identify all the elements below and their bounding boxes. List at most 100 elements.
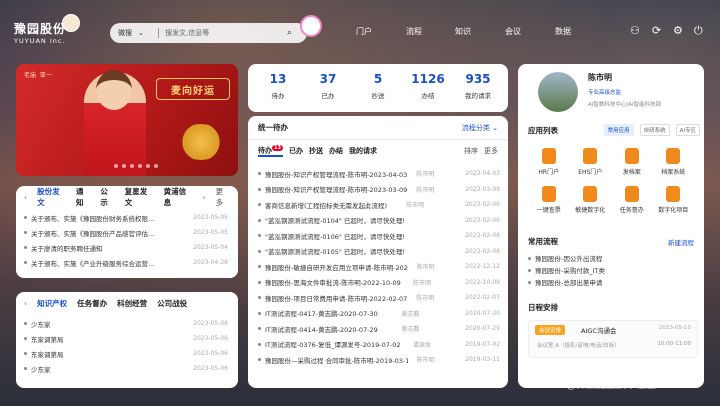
flow-item: 豫园股份-采购付款_IT类 bbox=[528, 265, 605, 275]
power-icon[interactable]: ⏻ bbox=[694, 24, 703, 38]
app-archive[interactable]: 档案系统 bbox=[653, 148, 695, 176]
stat-todo[interactable]: 13 待办 bbox=[254, 72, 302, 100]
search-scope-select[interactable]: 微搜 ⌄ bbox=[110, 28, 158, 38]
list-item[interactable]: 关于颁布、实施《豫园股份财务系统权限... 2023-05-05 bbox=[16, 210, 238, 225]
table-row[interactable]: 豫园股份-项目日常费用申请-陈市明-2022-02-07 陈市明 2022-02-0… bbox=[248, 290, 508, 306]
tab-public[interactable]: 公示 bbox=[100, 186, 114, 208]
table-row[interactable]: IT测试流程-0376-复低_谭源发号-2019-07-02 谭源发 2019-07… bbox=[248, 337, 508, 353]
table-row[interactable]: 客商信息新增(工程招标类无需发起此流程) 陈市明 2023-02-06 bbox=[248, 197, 508, 213]
user-icon[interactable]: ⚇ bbox=[630, 24, 640, 37]
chevron-right-icon[interactable]: › bbox=[202, 193, 205, 202]
list-item[interactable]: 关于颁布、实施《产业升级服务综合运营... 2023-04-28 bbox=[16, 255, 238, 270]
table-row[interactable]: 豫园股份-思海文件审批流-陈市明-2022-10-09 陈市明 2022-10-09 bbox=[248, 275, 508, 291]
todo-date: 2022-10-09 bbox=[465, 278, 500, 286]
table-row[interactable]: "蓝泓钢源测试流程-0104" 已超时，请尽快处理! 2023-02-06 bbox=[248, 213, 508, 229]
list-item[interactable]: 关于颁布、实施《豫园股份产品感官评估... 2023-05-05 bbox=[16, 225, 238, 240]
kb-title: 东家调第局 bbox=[24, 349, 64, 359]
flow-category-select[interactable]: 流程分类 ⌄ bbox=[462, 123, 498, 133]
gear-icon[interactable]: ⚙ bbox=[673, 24, 683, 37]
search-icon[interactable]: ⌕ bbox=[287, 28, 301, 38]
profile-dept: AI智数科技中心/AI智能科技部 bbox=[588, 102, 662, 108]
table-row[interactable]: "蓝泓钢源测试流程-0106" 已超时，请尽快处理! 2023-02-06 bbox=[248, 228, 508, 244]
list-item[interactable]: 豫园股份-采购付款_IT类 bbox=[520, 264, 700, 276]
search-input[interactable]: 搜发文,信息等 bbox=[165, 28, 287, 38]
knowledge-card: ‹ 知识产权 任务督办 科创经营 公司战役 少东家 2023-05-06 东家调第… bbox=[16, 292, 238, 388]
task-icon bbox=[624, 186, 639, 202]
tab-common-apps[interactable]: 常用应用 bbox=[603, 124, 634, 136]
search-bar[interactable]: 微搜 ⌄ 搜发文,信息等 ⌕ bbox=[110, 23, 307, 43]
table-row[interactable]: 豫园股份-敏捷自研开发应用立项申请-陈市明-2022... 陈市明 2022-12-… bbox=[248, 259, 508, 275]
todo-more-link[interactable]: 更多 bbox=[484, 146, 498, 156]
app-agile-digital[interactable]: 敏捷数字化 bbox=[570, 186, 612, 214]
tab-tech-operation[interactable]: 科创经营 bbox=[117, 298, 147, 309]
tab-company-campaign[interactable]: 公司战役 bbox=[157, 298, 187, 309]
news-list: 关于颁布、实施《豫园股份财务系统权限... 2023-05-05 关于颁布、实施《… bbox=[16, 210, 238, 270]
tab-task-supervise[interactable]: 任务督办 bbox=[77, 298, 107, 309]
nav-meeting[interactable]: 会议 bbox=[505, 26, 521, 37]
carousel-dots[interactable] bbox=[114, 164, 158, 168]
tab-self-systems[interactable]: 自研系统 bbox=[639, 124, 670, 136]
tab-done[interactable]: 已办 bbox=[289, 146, 303, 156]
tab-notice[interactable]: 通知 bbox=[76, 186, 90, 208]
agile-icon bbox=[583, 186, 598, 202]
tab-ai-zone[interactable]: AI专区 bbox=[675, 124, 700, 136]
list-item[interactable]: 豫园股份-因公外出流程 bbox=[520, 252, 700, 264]
tab-closed[interactable]: 办结 bbox=[329, 146, 343, 156]
search-scope-label: 微搜 bbox=[118, 29, 132, 37]
right-panel: 陈市明 专业高级总监 AI智数科技中心/AI智能科技部 应用列表 常用应用 自研… bbox=[518, 64, 704, 388]
new-flow-link[interactable]: 新建流程 bbox=[668, 237, 694, 247]
tab-company-docs[interactable]: 股份发文 bbox=[37, 186, 66, 208]
chevron-left-icon[interactable]: ‹ bbox=[24, 193, 27, 202]
app-ehs-portal[interactable]: EHS门户 bbox=[570, 148, 612, 176]
app-hr-portal[interactable]: HR门户 bbox=[528, 148, 570, 176]
tab-my-request[interactable]: 我的请求 bbox=[349, 146, 377, 156]
promo-banner[interactable]: 老庙 亚一 麦向好运 bbox=[16, 64, 238, 176]
kb-title: 少东家 bbox=[24, 319, 51, 329]
list-item[interactable]: 少东家 2023-05-06 bbox=[16, 361, 238, 376]
ticket-icon bbox=[541, 186, 556, 202]
list-item[interactable]: 东家调第局 2023-05-06 bbox=[16, 346, 238, 361]
stat-closed[interactable]: 1126 办结 bbox=[404, 72, 452, 100]
tab-cc[interactable]: 抄送 bbox=[309, 146, 323, 156]
brand-logo[interactable]: 豫园股份 YUYUAN Inc. bbox=[14, 20, 66, 45]
list-item[interactable]: 少东家 2023-05-06 bbox=[16, 316, 238, 331]
app-ticket-check[interactable]: 一键查票 bbox=[528, 186, 570, 214]
nav-knowledge[interactable]: 知识 bbox=[455, 26, 471, 37]
top-bar: 豫园股份 YUYUAN Inc. 微搜 ⌄ 搜发文,信息等 ⌕ 门户 流程 知识 … bbox=[0, 0, 720, 60]
news-more-link[interactable]: 更多 bbox=[216, 186, 230, 208]
switch-icon[interactable]: ⟳ bbox=[652, 24, 661, 37]
nav-flow[interactable]: 流程 bbox=[406, 26, 422, 37]
stat-done[interactable]: 37 已办 bbox=[304, 72, 352, 100]
list-item[interactable]: 豫园股份-总部出差申请 bbox=[520, 276, 700, 288]
tab-huangpu-info[interactable]: 黄浦信息 bbox=[164, 186, 193, 208]
tab-todo[interactable]: 待办 13 bbox=[258, 144, 283, 158]
sort-button[interactable]: 排序 bbox=[464, 146, 478, 156]
table-row[interactable]: 豫园股份-知识产权管理流程-陈市明-2023-03-09 陈市明 2023-03-0… bbox=[248, 182, 508, 198]
app-task-supervise[interactable]: 任务督办 bbox=[611, 186, 653, 214]
nav-data[interactable]: 数据 bbox=[555, 26, 571, 37]
table-row[interactable]: "蓝泓钢源测试流程-0105" 已超时，请尽快处理! 2023-02-06 bbox=[248, 244, 508, 260]
table-row[interactable]: IT测试流程-0414-黄志鹏-2020-07-29 黄志鹏 2020-07-29 bbox=[248, 321, 508, 337]
list-item[interactable]: 东家调第局 2023-05-06 bbox=[16, 331, 238, 346]
flow-item: 豫园股份-总部出差申请 bbox=[528, 277, 602, 287]
tab-ip[interactable]: 知识产权 bbox=[37, 298, 67, 309]
list-item[interactable]: 关于廖清的职务聘任通知 2023-05-04 bbox=[16, 240, 238, 255]
app-grid: HR门户 EHS门户 发档案 档案系统 一键查票 敏捷数字化 任务督办 数字化项… bbox=[522, 148, 700, 214]
table-row[interactable]: 豫园股份—采购过程 合同审批-陈市明-2019-03-11 陈市明 2019-03-… bbox=[248, 352, 508, 368]
table-row[interactable]: 豫园股份-知识产权管理流程-陈市明-2023-04-03 陈市明 2023-04-0… bbox=[248, 166, 508, 182]
apps-title: 应用列表 bbox=[528, 125, 558, 135]
schedule-item[interactable]: 会议安排 AIGC沟通会 2023-05-10 会议室 A（投影/音响/电话/白… bbox=[528, 320, 698, 358]
tab-fosun-docs[interactable]: 复星发文 bbox=[125, 186, 154, 208]
app-label: 敏捷数字化 bbox=[575, 207, 606, 214]
nav-portal[interactable]: 门户 bbox=[356, 26, 372, 37]
avatar[interactable] bbox=[538, 72, 578, 112]
stat-cc[interactable]: 5 抄送 bbox=[354, 72, 402, 100]
schedule-tag: 会议安排 bbox=[535, 325, 566, 335]
chevron-left-icon[interactable]: ‹ bbox=[24, 299, 27, 308]
table-row[interactable]: IT测试流程-0417-黄志鹏-2020-07-30 黄志鹏 2020-07-30 bbox=[248, 306, 508, 322]
stat-my-request[interactable]: 935 我的请求 bbox=[454, 72, 502, 100]
todo-date: 2019-03-11 bbox=[465, 356, 500, 364]
app-invoice[interactable]: 发档案 bbox=[611, 148, 653, 176]
stat-value: 1126 bbox=[411, 72, 445, 86]
app-digital-project[interactable]: 数字化项目 bbox=[653, 186, 695, 214]
